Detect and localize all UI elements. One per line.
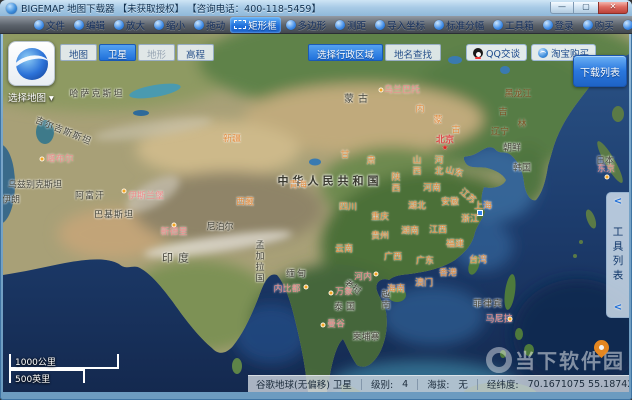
scale-metric: 1000公里 (9, 354, 119, 369)
scale-bar: 1000公里 500英里 (9, 354, 119, 383)
menu-item-label: 测距 (347, 18, 366, 32)
map-picker-dropdown[interactable]: 选择地图 ▾ (8, 90, 54, 104)
menu-item-icon (583, 20, 593, 30)
menu-item-icon (335, 20, 345, 30)
chip-label: QQ交谈 (486, 46, 520, 60)
divider (477, 379, 478, 390)
menu-item-icon (434, 20, 444, 30)
menu-item-7[interactable]: 测距 (331, 17, 370, 33)
menu-item-label: 拖动 (206, 18, 225, 32)
menu-item-icon (74, 20, 84, 30)
menu-item-3[interactable]: 缩小 (150, 17, 189, 33)
menu-item-icon (154, 20, 164, 30)
app-window: BIGEMAP 地图下载器 【未获取授权】 【咨询电话：400-118-5459… (0, 0, 632, 400)
divider (361, 379, 362, 390)
menu-item-label: 导入坐标 (387, 18, 425, 32)
menu-item-icon (286, 20, 296, 30)
maximize-button[interactable]: ▢ (574, 2, 598, 14)
menu-item-icon (493, 20, 503, 30)
map-source-button[interactable] (8, 41, 55, 86)
coordinates-value: 70.1671075 55.18742188 (528, 379, 629, 390)
menu-item-10[interactable]: 工具箱 (489, 17, 538, 33)
status-bar: 谷歌地球(无偏移) 卫星 级别: 4 海拔: 无 经纬度: 70.1671075… (248, 375, 629, 392)
tool-list-title: 工具列表 (611, 226, 626, 284)
globe-icon (16, 48, 48, 80)
menu-item-13[interactable]: 帮助 (619, 17, 632, 33)
tab-maptype-0[interactable]: 地图 (60, 44, 97, 61)
tab-search-1[interactable]: 地名查找 (385, 44, 441, 61)
menu-item-icon (194, 20, 204, 30)
menu-item-1[interactable]: 编辑 (70, 17, 109, 33)
menu-item-6[interactable]: 多边形 (282, 17, 331, 33)
menu-item-5[interactable]: 矩形框 (230, 17, 281, 33)
chevron-left-icon[interactable]: < (614, 303, 622, 313)
app-icon (6, 3, 17, 14)
zoom-level-value: 4 (402, 379, 408, 390)
menu-item-4[interactable]: 拖动 (190, 17, 229, 33)
menu-item-9[interactable]: 标准分幅 (430, 17, 488, 33)
menu-item-icon (543, 20, 553, 30)
tab-maptype-3[interactable]: 高程 (177, 44, 214, 61)
menu-item-label: 文件 (46, 18, 65, 32)
map-canvas[interactable]: 哈萨克斯坦吉尔吉斯斯坦乌兹别克斯坦伊朗阿富汗巴基斯坦印度尼泊尔孟加拉国缅甸泰国老… (3, 34, 629, 392)
scale-imperial: 500英里 (9, 369, 85, 383)
menu-item-0[interactable]: 文件 (30, 17, 69, 33)
menu-item-8[interactable]: 导入坐标 (371, 17, 429, 33)
menu-item-12[interactable]: 购买 (579, 17, 618, 33)
rectangle-select-icon (234, 20, 246, 29)
menu-item-label: 标准分幅 (446, 18, 484, 32)
menu-item-2[interactable]: 放大 (110, 17, 149, 33)
menu-item-label: 购买 (595, 18, 614, 32)
zoom-level-label: 级别: (371, 377, 393, 391)
title-bar[interactable]: BIGEMAP 地图下载器 【未获取授权】 【咨询电话：400-118-5459… (0, 0, 632, 16)
tool-list-panel[interactable]: < 工具列表 < (606, 192, 629, 318)
close-button[interactable]: ✕ (598, 2, 628, 14)
tab-search-0[interactable]: 选择行政区域 (308, 44, 383, 61)
menu-item-label: 多边形 (298, 18, 327, 32)
minimize-button[interactable]: — (550, 2, 574, 14)
elevation-label: 海拔: (427, 377, 449, 391)
tab-maptype-2[interactable]: 地形 (138, 44, 175, 61)
qq-icon (473, 48, 483, 58)
tb-icon (538, 48, 548, 58)
tab-maptype-1[interactable]: 卫星 (99, 44, 136, 61)
menu-item-icon (114, 20, 124, 30)
menu-item-icon (375, 20, 385, 30)
menu-item-label: 放大 (126, 18, 145, 32)
chevron-left-icon[interactable]: < (614, 197, 622, 207)
menu-item-icon (623, 20, 632, 30)
download-list-button[interactable]: 下载列表 (573, 55, 627, 87)
qq-chat-button[interactable]: QQ交谈 (466, 44, 527, 61)
maptype-tabs: 地图卫星地形高程 (60, 44, 214, 61)
divider (417, 379, 418, 390)
menu-bar: 文件编辑放大缩小拖动矩形框多边形测距导入坐标标准分幅工具箱登录购买帮助关于 (0, 16, 632, 34)
menu-item-11[interactable]: 登录 (539, 17, 578, 33)
menu-item-icon (34, 20, 44, 30)
menu-item-label: 登录 (555, 18, 574, 32)
menu-item-label: 编辑 (86, 18, 105, 32)
elevation-value: 无 (458, 377, 468, 391)
satellite-map (3, 34, 629, 392)
coordinates-label: 经纬度: (487, 377, 519, 391)
menu-item-label: 缩小 (166, 18, 185, 32)
menu-item-label: 工具箱 (505, 18, 534, 32)
window-controls: — ▢ ✕ (550, 2, 628, 14)
search-tabs: 选择行政区域地名查找 (308, 44, 441, 61)
map-source-status: 谷歌地球(无偏移) 卫星 (256, 377, 352, 391)
menu-item-label: 矩形框 (248, 18, 277, 32)
window-title: BIGEMAP 地图下载器 【未获取授权】 【咨询电话：400-118-5459… (21, 1, 321, 15)
